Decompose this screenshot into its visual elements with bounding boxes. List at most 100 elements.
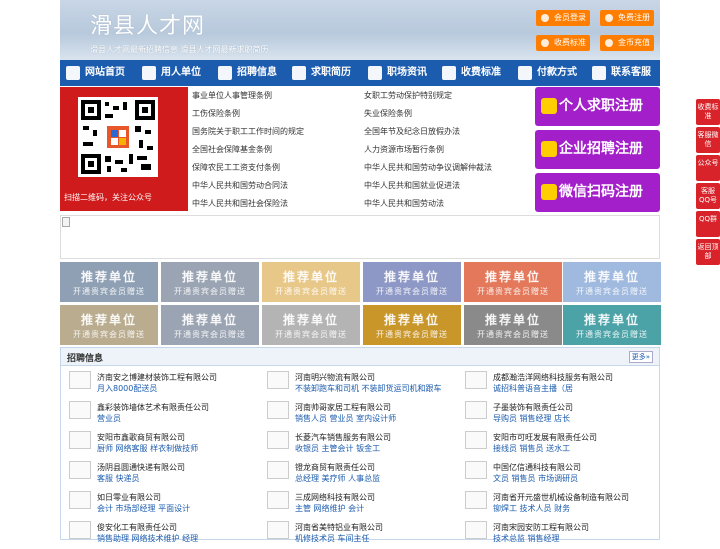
company-name[interactable]: 鑫彩装饰墙体艺术有限责任公司 xyxy=(97,402,209,413)
recharge-button[interactable]: 金币充值 xyxy=(600,35,654,51)
recommend-company-slot[interactable]: 推荐单位 开通贵宾会员赠送 xyxy=(563,262,661,302)
side-tool-back-to-top[interactable]: 返回顶部 xyxy=(696,239,720,265)
job-item[interactable]: 济南安之博建材装饰工程有限公司 月入8000配送员 xyxy=(65,369,261,399)
job-positions[interactable]: 客服 快递员 xyxy=(97,473,140,484)
recommend-company-slot[interactable]: 推荐单位 开通贵宾会员赠送 xyxy=(60,262,158,302)
law-link[interactable]: 女职工劳动保护特别规定 xyxy=(364,90,452,101)
company-name[interactable]: 成都瀚浩洋网络科技服务有限公司 xyxy=(493,372,613,383)
company-name[interactable]: 子墨装饰有限责任公司 xyxy=(493,402,573,413)
recommend-company-slot[interactable]: 推荐单位 开通贵宾会员赠送 xyxy=(262,262,360,302)
recommend-company-slot[interactable]: 推荐单位 开通贵宾会员赠送 xyxy=(60,305,158,345)
job-item[interactable]: 长菱汽车销售服务有限公司 收银员 主管会计 钣金工 xyxy=(263,429,459,459)
recommend-company-slot[interactable]: 推荐单位 开通贵宾会员赠送 xyxy=(464,262,562,302)
company-name[interactable]: 济南安之博建材装饰工程有限公司 xyxy=(97,372,217,383)
nav-item-resumes[interactable]: 求职简历 xyxy=(292,60,351,86)
job-item[interactable]: 汤阴县圆通快递有限公司 客服 快递员 xyxy=(65,459,261,489)
banner-ad[interactable] xyxy=(60,215,660,259)
side-tool-qq-group[interactable]: QQ群 xyxy=(696,211,720,237)
law-link[interactable]: 人力资源市场暂行条例 xyxy=(364,144,444,155)
job-item[interactable]: 子墨装饰有限责任公司 导购员 销售经理 店长 xyxy=(461,399,657,429)
law-link[interactable]: 失业保险条例 xyxy=(364,108,412,119)
job-item[interactable]: 鑫彩装饰墙体艺术有限责任公司 营业员 xyxy=(65,399,261,429)
login-button[interactable]: 会员登录 xyxy=(536,10,590,26)
recommend-company-slot[interactable]: 推荐单位 开通贵宾会员赠送 xyxy=(464,305,562,345)
nav-item-service[interactable]: 联系客服 xyxy=(592,60,651,86)
job-item[interactable]: 河南宋园安防工程有限公司 技术总监 销售经理 xyxy=(461,519,657,549)
law-link[interactable]: 保障农民工工资支付条例 xyxy=(192,162,280,173)
company-name[interactable]: 河南帅哥家居工程有限公司 xyxy=(295,402,391,413)
jobseeker-register-button[interactable]: 个人求职注册 xyxy=(535,87,660,126)
job-positions[interactable]: 接线员 销售员 送水工 xyxy=(493,443,570,454)
company-name[interactable]: 河南明兴物流有限公司 xyxy=(295,372,375,383)
law-link[interactable]: 中华人民共和国社会保险法 xyxy=(192,198,288,209)
job-positions[interactable]: 机修技术员 车间主任 xyxy=(295,533,370,544)
job-positions[interactable]: 月入8000配送员 xyxy=(97,383,157,394)
recommend-company-slot[interactable]: 推荐单位 开通贵宾会员赠送 xyxy=(161,305,259,345)
site-logo[interactable]: 滑县人才网 xyxy=(90,8,205,40)
company-name[interactable]: 河南省开元盛世机械设备制造有限公司 xyxy=(493,492,629,503)
job-item[interactable]: 成都瀚浩洋网络科技服务有限公司 诚招科普语音主播（居 xyxy=(461,369,657,399)
law-link[interactable]: 全国年节及纪念日放假办法 xyxy=(364,126,460,137)
recommend-company-slot[interactable]: 推荐单位 开通贵宾会员赠送 xyxy=(363,305,461,345)
side-tool-wechat[interactable]: 客服微信 xyxy=(696,127,720,153)
recommend-company-slot[interactable]: 推荐单位 开通贵宾会员赠送 xyxy=(262,305,360,345)
job-positions[interactable]: 文员 销售员 市场调研员 xyxy=(493,473,578,484)
job-item[interactable]: 三成网络科技有限公司 主管 网络维护 会计 xyxy=(263,489,459,519)
side-tool-qq[interactable]: 客服QQ号 xyxy=(696,183,720,209)
company-name[interactable]: 如日零业有限公司 xyxy=(97,492,161,503)
more-link[interactable]: 更多» xyxy=(628,351,653,363)
job-positions[interactable]: 主管 网络维护 会计 xyxy=(295,503,364,514)
law-link[interactable]: 事业单位人事管理条例 xyxy=(192,90,272,101)
side-tool-official-account[interactable]: 公众号 xyxy=(696,155,720,181)
job-positions[interactable]: 收银员 主管会计 钣金工 xyxy=(295,443,380,454)
job-item[interactable]: 镫龙商贸有限责任公司 总经理 美疗师 人事总监 xyxy=(263,459,459,489)
law-link[interactable]: 国务院关于职工工作时间的规定 xyxy=(192,126,304,137)
job-item[interactable]: 俊安化工有限责任公司 销售助理 网络技术维护 经理 xyxy=(65,519,261,549)
law-link[interactable]: 中华人民共和国就业促进法 xyxy=(364,180,460,191)
job-positions[interactable]: 销售人员 营业员 室内设计师 xyxy=(295,413,396,424)
job-item[interactable]: 河南省开元盛世机械设备制造有限公司 铆焊工 技术人员 财务 xyxy=(461,489,657,519)
nav-item-news[interactable]: 职场资讯 xyxy=(368,60,427,86)
job-positions[interactable]: 营业员 xyxy=(97,413,121,424)
law-link[interactable]: 中华人民共和国劳动争议调解仲裁法 xyxy=(364,162,492,173)
nav-item-pricing[interactable]: 收费标准 xyxy=(442,60,501,86)
job-positions[interactable]: 销售助理 网络技术维护 经理 xyxy=(97,533,198,544)
job-positions[interactable]: 厨师 网络客服 样衣制做技师 xyxy=(97,443,198,454)
company-name[interactable]: 俊安化工有限责任公司 xyxy=(97,522,177,533)
company-name[interactable]: 镫龙商贸有限责任公司 xyxy=(295,462,375,473)
nav-item-home[interactable]: 网站首页 xyxy=(66,60,125,86)
company-name[interactable]: 安阳市可旺发展有限责任公司 xyxy=(493,432,597,443)
company-register-button[interactable]: 企业招聘注册 xyxy=(535,130,660,169)
nav-item-employers[interactable]: 用人单位 xyxy=(142,60,201,86)
job-item[interactable]: 安阳市可旺发展有限责任公司 接线员 销售员 送水工 xyxy=(461,429,657,459)
recommend-company-slot[interactable]: 推荐单位 开通贵宾会员赠送 xyxy=(363,262,461,302)
side-tool-pricing[interactable]: 收费标准 xyxy=(696,99,720,125)
job-positions[interactable]: 总经理 美疗师 人事总监 xyxy=(295,473,380,484)
wechat-register-button[interactable]: 微信扫码注册 xyxy=(535,173,660,212)
company-name[interactable]: 安阳市鑫歌商贸有限公司 xyxy=(97,432,185,443)
recommend-company-slot[interactable]: 推荐单位 开通贵宾会员赠送 xyxy=(161,262,259,302)
job-positions[interactable]: 不装卸跑车和司机 不装卸货运司机和跟车 xyxy=(295,383,442,394)
job-item[interactable]: 中国亿信通科技有限公司 文员 销售员 市场调研员 xyxy=(461,459,657,489)
company-name[interactable]: 河南宋园安防工程有限公司 xyxy=(493,522,589,533)
register-button[interactable]: 免费注册 xyxy=(600,10,654,26)
job-positions[interactable]: 会计 市场部经理 平面设计 xyxy=(97,503,190,514)
pricing-button[interactable]: 收费标准 xyxy=(536,35,590,51)
law-link[interactable]: 中华人民共和国劳动合同法 xyxy=(192,180,288,191)
job-item[interactable]: 如日零业有限公司 会计 市场部经理 平面设计 xyxy=(65,489,261,519)
job-item[interactable]: 河南省美特铝业有限公司 机修技术员 车间主任 xyxy=(263,519,459,549)
job-item[interactable]: 河南明兴物流有限公司 不装卸跑车和司机 不装卸货运司机和跟车 xyxy=(263,369,459,399)
law-link[interactable]: 中华人民共和国劳动法 xyxy=(364,198,444,209)
nav-item-jobs[interactable]: 招聘信息 xyxy=(218,60,277,86)
recommend-company-slot[interactable]: 推荐单位 开通贵宾会员赠送 xyxy=(563,305,661,345)
job-positions[interactable]: 铆焊工 技术人员 财务 xyxy=(493,503,570,514)
job-positions[interactable]: 技术总监 销售经理 xyxy=(493,533,560,544)
law-link[interactable]: 全国社会保障基金条例 xyxy=(192,144,272,155)
company-name[interactable]: 河南省美特铝业有限公司 xyxy=(295,522,383,533)
nav-item-payment[interactable]: 付款方式 xyxy=(518,60,577,86)
company-name[interactable]: 长菱汽车销售服务有限公司 xyxy=(295,432,391,443)
law-link[interactable]: 工伤保险条例 xyxy=(192,108,240,119)
company-name[interactable]: 中国亿信通科技有限公司 xyxy=(493,462,581,473)
job-positions[interactable]: 诚招科普语音主播（居 xyxy=(493,383,573,394)
company-name[interactable]: 三成网络科技有限公司 xyxy=(295,492,375,503)
